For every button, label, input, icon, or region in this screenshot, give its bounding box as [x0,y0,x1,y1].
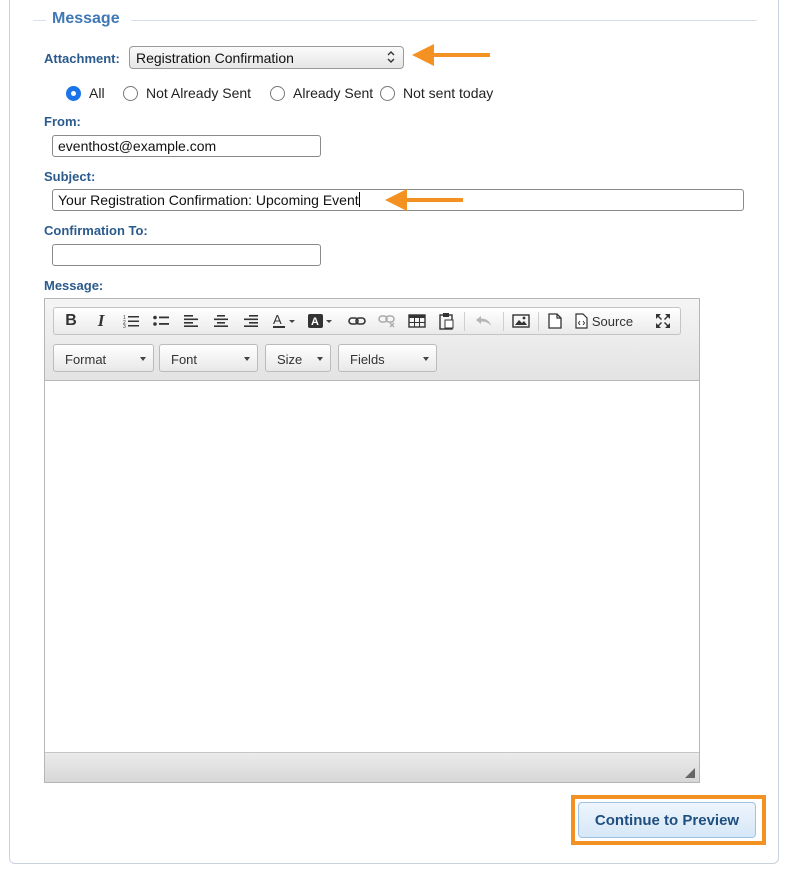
undo-icon[interactable] [474,311,494,331]
toolbar-separator [503,312,504,331]
chevron-down-icon [386,50,396,67]
arrow-annotation-icon [412,44,490,66]
combo-label: Fields [350,352,385,367]
maximize-icon[interactable] [654,311,672,331]
align-center-icon[interactable] [212,311,230,331]
background-color-icon[interactable]: A [307,311,335,331]
legend-rule-left [33,20,46,21]
caret-down-icon [140,357,146,361]
editor-toolbar: B I 123 A A Source Format Font Size Fiel… [45,299,699,381]
resize-handle-icon[interactable] [685,768,695,778]
radio-label: All [89,85,105,101]
from-label: From: [44,114,81,129]
section-legend: Message [52,10,120,27]
table-icon[interactable] [407,311,427,331]
svg-text:A: A [311,316,319,328]
confirmation-to-input[interactable] [52,244,321,266]
arrow-annotation-icon [385,189,463,211]
fields-combo[interactable]: Fields [338,344,437,372]
source-icon [575,313,588,329]
radio-not-sent-today[interactable]: Not sent today [380,85,493,101]
link-icon[interactable] [347,311,367,331]
caret-down-icon [244,357,250,361]
attachment-select[interactable]: Registration Confirmation [129,46,404,69]
numbered-list-icon[interactable]: 123 [122,311,140,331]
radio-label: Not Already Sent [146,85,252,101]
caret-down-icon [317,357,323,361]
attachment-selected-value: Registration Confirmation [136,50,294,66]
image-icon[interactable] [511,311,531,331]
source-button[interactable]: Source [572,311,636,331]
message-label: Message: [44,278,104,293]
radio-indicator[interactable] [123,85,138,101]
attachment-label: Attachment: [44,51,120,66]
editor-content-area[interactable] [45,382,699,752]
radio-all[interactable]: All [66,85,105,101]
continue-to-preview-button[interactable]: Continue to Preview [578,802,756,838]
subject-value: Your Registration Confirmation: Upcoming… [58,192,359,208]
rich-text-editor: B I 123 A A Source Format Font Size Fiel… [44,298,700,783]
confirmation-to-label: Confirmation To: [44,223,148,238]
size-combo[interactable]: Size [265,344,331,372]
font-combo[interactable]: Font [159,344,258,372]
svg-text:3: 3 [123,324,126,328]
bulleted-list-icon[interactable] [152,311,170,331]
radio-already-sent[interactable]: Already Sent [270,85,373,101]
combo-label: Font [171,352,198,367]
radio-not-already-sent[interactable]: Not Already Sent [123,85,251,101]
toolbar-separator [538,312,539,331]
combo-label: Size [277,352,303,367]
svg-text:A: A [273,313,282,327]
align-right-icon[interactable] [242,311,260,331]
source-label: Source [591,313,634,329]
radio-indicator[interactable] [270,85,285,101]
from-input[interactable]: eventhost@example.com [52,135,321,157]
caret-down-icon [423,357,429,361]
combo-label: Format [65,352,107,367]
align-left-icon[interactable] [182,311,200,331]
unlink-icon[interactable] [377,311,397,331]
italic-icon[interactable]: I [92,311,110,331]
text-caret [358,192,360,207]
toolbar-button-group: B I 123 A A Source [53,307,681,335]
paste-icon[interactable] [437,311,457,331]
text-color-icon[interactable]: A [272,311,298,331]
radio-label: Already Sent [293,85,374,101]
radio-indicator[interactable] [380,85,395,101]
bold-icon[interactable]: B [62,311,80,331]
legend-rule-right [131,20,757,21]
radio-indicator[interactable] [66,85,81,101]
subject-label: Subject: [44,169,96,184]
editor-status-bar [45,752,699,782]
format-combo[interactable]: Format [53,344,154,372]
radio-label: Not sent today [403,85,494,101]
new-page-icon[interactable] [546,311,564,331]
toolbar-separator [464,312,465,331]
